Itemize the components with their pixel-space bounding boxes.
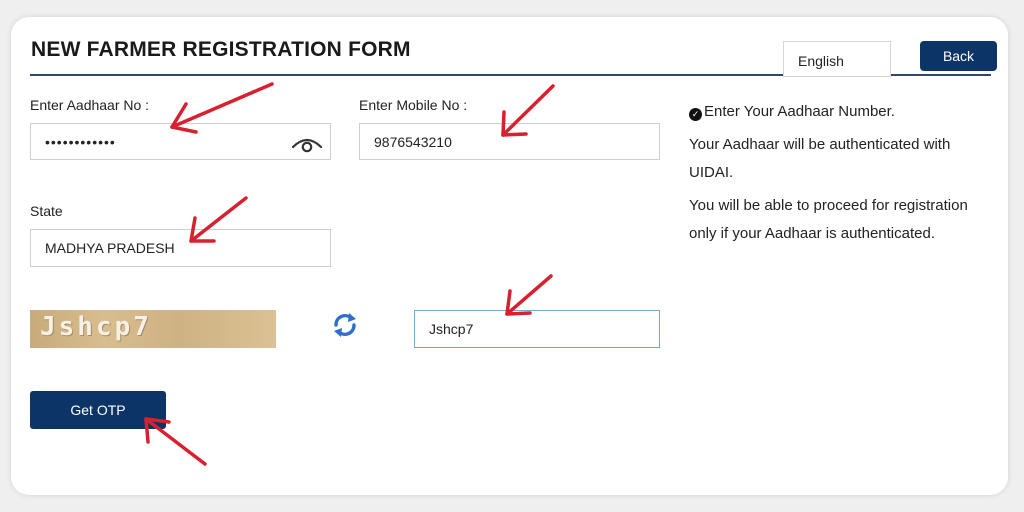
get-otp-button[interactable]: Get OTP [30,391,166,429]
refresh-icon[interactable] [331,311,359,339]
captcha-input[interactable]: Jshcp7 [414,310,660,348]
check-circle-icon: ✓ [689,108,702,121]
aadhaar-input[interactable]: •••••••••••• [30,123,331,160]
info-line-3: You will be able to proceed for registra… [689,197,968,242]
mobile-label: Enter Mobile No : [359,97,468,113]
mobile-input[interactable]: 9876543210 [359,123,660,160]
language-selector[interactable]: English [783,41,891,77]
captcha-text: Jshcp7 [40,312,152,342]
aadhaar-label: Enter Aadhaar No : [30,97,150,113]
state-select[interactable]: MADHYA PRADESH [30,229,331,267]
page-title: NEW FARMER REGISTRATION FORM [31,38,411,61]
info-panel: ✓ Enter Your Aadhaar Number. Your Aadhaar… [689,98,989,253]
back-button[interactable]: Back [920,41,997,71]
info-line-2: Your Aadhaar will be authenticated with … [689,136,951,181]
state-label: State [30,203,63,219]
info-line-1-text: Enter Your Aadhaar Number. [704,103,895,120]
info-line-1: ✓ Enter Your Aadhaar Number. [689,98,989,126]
eye-icon[interactable] [291,134,323,154]
captcha-image: Jshcp7 [30,310,276,348]
